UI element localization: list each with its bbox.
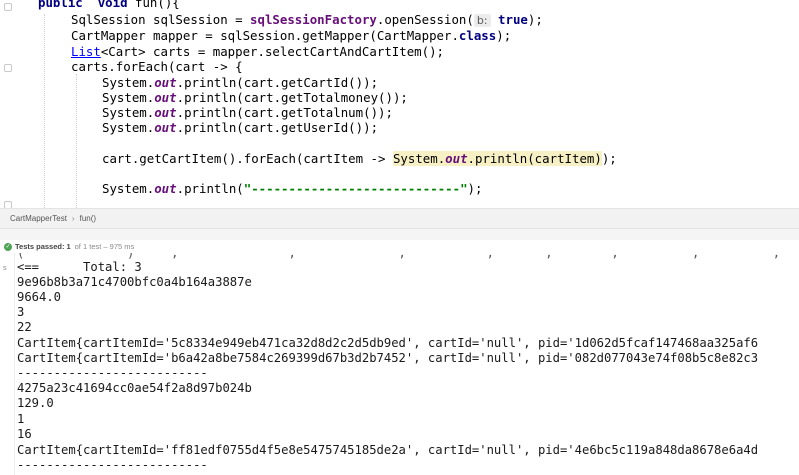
keyword: void [97, 0, 128, 10]
code-editor[interactable]: public void fun(){ SqlSession sqlSession… [0, 0, 799, 208]
code-text: carts.forEach(cart -> { [71, 59, 243, 74]
code-line[interactable]: System.out.println("--------------------… [102, 181, 482, 196]
code-text: .println(cart.getTotalnum()); [176, 105, 393, 120]
console-line: 16 [17, 427, 32, 441]
console-line: 3 [17, 305, 25, 319]
code-text: ); [496, 28, 512, 43]
code-text: ); [467, 181, 483, 196]
status-detail: of 1 test – 975 ms [74, 242, 135, 251]
status-label: Tests passed: [15, 242, 65, 251]
status-count: 1 [66, 242, 71, 251]
console-line: 129.0 [17, 396, 54, 410]
parameter-hint: b: [473, 14, 491, 27]
fold-marker-icon[interactable] [4, 201, 12, 208]
indent-guide [76, 74, 77, 208]
highlighted-expression: System.out.println(cartItem) [392, 151, 602, 166]
code-text: ); [527, 12, 543, 27]
keyword: true [498, 12, 528, 27]
code-line[interactable]: CartMapper mapper = sqlSession.getMapper… [71, 28, 511, 43]
static-field: out [154, 120, 177, 135]
code-text: System. [102, 90, 155, 105]
console-line: CartItem{cartItemId='b6a42a8be7584c26939… [17, 351, 759, 365]
keyword: class [458, 28, 497, 43]
panel-divider[interactable] [0, 228, 799, 240]
code-text: fun(){ [127, 0, 180, 10]
keyword: public [38, 0, 83, 10]
console-line: CartItem{cartItemId='ff81edf0755d4f5e8e5… [17, 443, 759, 457]
static-field: out [445, 151, 468, 166]
code-text: CartMapper mapper = sqlSession.getMapper… [71, 28, 459, 43]
code-text: .openSession( [376, 12, 474, 27]
console-line: 22 [17, 320, 32, 334]
static-field: out [154, 90, 177, 105]
console-line: -------------------------- [17, 366, 208, 380]
code-text: ); [601, 151, 617, 166]
check-circle-icon: ✓ [4, 242, 12, 251]
code-text: System. [102, 120, 155, 135]
static-field: out [154, 105, 177, 120]
fold-marker-icon[interactable] [4, 3, 12, 11]
code-text: System. [102, 75, 155, 90]
code-line[interactable]: System.out.println(cart.getUserId()); [102, 120, 378, 135]
breadcrumb: CartMapperTest › fun() [0, 208, 799, 228]
gutter-label: s [3, 265, 7, 272]
code-text: cart.getCartItem().forEach(cartItem -> [102, 151, 393, 166]
code-text: .println(cart.getUserId()); [176, 120, 379, 135]
console-line: CartItem{cartItemId='5c8334e949eb471ca32… [17, 336, 759, 350]
static-field: out [154, 75, 177, 90]
console-line: <== Total: 3 [17, 260, 142, 274]
field-reference: sqlSessionFactory [250, 12, 377, 27]
editor-gutter[interactable] [0, 0, 18, 208]
code-text: System. [392, 151, 446, 166]
console-output[interactable]: ( ) , , , , , , , , , <== Total: 3 9e96b… [17, 253, 799, 475]
static-field: out [154, 181, 177, 196]
breadcrumb-class[interactable]: CartMapperTest [10, 214, 67, 223]
code-text: System. [102, 105, 155, 120]
console-line: -------------------------- [17, 458, 208, 472]
console-line: 9e96b8b3a71c4700bfc0a4b164a3887e [17, 275, 252, 289]
code-text: .println( [176, 181, 244, 196]
indent-guide [44, 14, 45, 208]
run-panel: ✓ Tests passed: 1 of 1 test – 975 ms s (… [0, 228, 799, 475]
code-line[interactable]: SqlSession sqlSession = sqlSessionFactor… [71, 12, 543, 28]
console-line: 1 [17, 412, 25, 426]
breadcrumb-method[interactable]: fun() [80, 214, 96, 223]
code-text: <Cart> carts = mapper.selectCartAndCartI… [100, 44, 444, 59]
code-text: .println(cart.getTotalmoney()); [176, 90, 408, 105]
code-text: .println(cartItem) [467, 151, 602, 166]
test-status-bar: ✓ Tests passed: 1 of 1 test – 975 ms [0, 240, 799, 253]
code-line[interactable]: System.out.println(cart.getTotalmoney())… [102, 90, 408, 105]
code-line[interactable]: carts.forEach(cart -> { [71, 59, 243, 74]
type-link[interactable]: List [71, 44, 101, 59]
console-gutter: s [0, 253, 15, 475]
console-line: 4275a23c41694cc0ae54f2a8d97b024b [17, 381, 252, 395]
code-line[interactable]: System.out.println(cart.getTotalnum()); [102, 105, 393, 120]
breadcrumb-separator-icon: › [71, 214, 75, 223]
code-line[interactable]: cart.getCartItem().forEach(cartItem -> S… [102, 151, 617, 166]
string-literal: "----------------------------" [243, 181, 468, 196]
code-line[interactable]: System.out.println(cart.getCartId()); [102, 75, 378, 90]
fold-marker-icon[interactable] [4, 64, 12, 72]
console-line: ( ) , , , , , , , , , [17, 253, 799, 260]
code-text: .println(cart.getCartId()); [176, 75, 379, 90]
code-line[interactable]: List<Cart> carts = mapper.selectCartAndC… [71, 44, 444, 59]
console-line: 9664.0 [17, 290, 62, 304]
code-text: System. [102, 181, 155, 196]
code-text: SqlSession sqlSession = [71, 12, 251, 27]
code-line[interactable]: public void fun(){ [38, 0, 180, 10]
